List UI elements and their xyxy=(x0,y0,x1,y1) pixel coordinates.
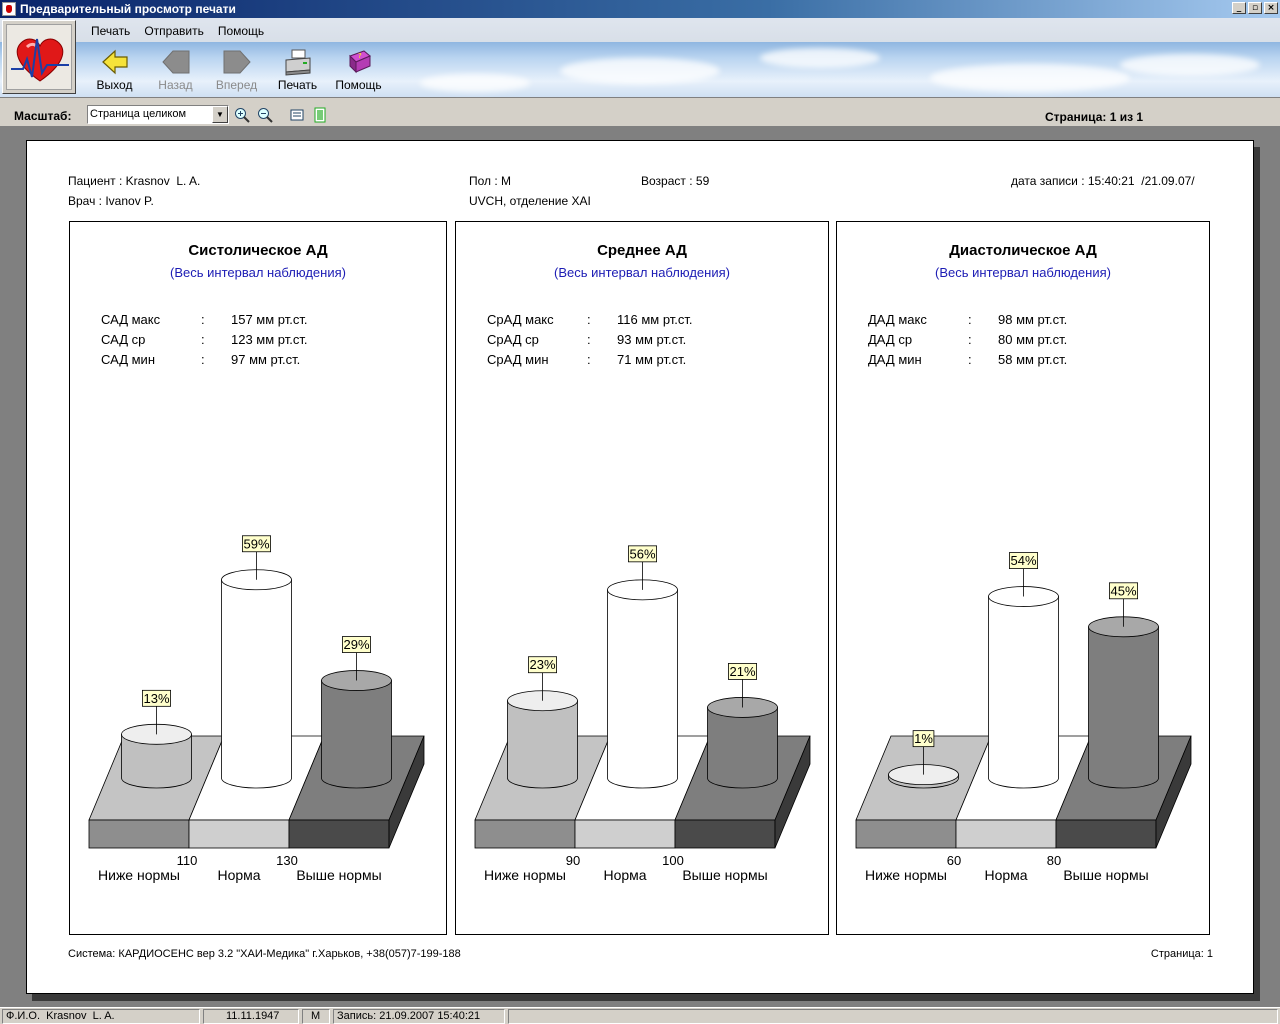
zoom-value: Страница целиком xyxy=(90,108,187,120)
bar-normal xyxy=(221,569,292,789)
page-footer: Страница: 1 xyxy=(1150,948,1213,960)
exit-arrow-icon xyxy=(100,48,130,76)
system-footer: Система: КАРДИОСЕНС вер 3.2 "ХАИ-Медика"… xyxy=(68,948,461,960)
platform-front-above xyxy=(1055,819,1157,849)
record-date: дата записи : 15:40:21 /21.09.07/ xyxy=(1011,174,1195,188)
window-title: Предварительный просмотр печати xyxy=(20,2,236,16)
close-button[interactable]: × xyxy=(1264,2,1278,14)
bar-chart: 13% Ниже нормы 59% Норма 29% Выше нормы 110 130 xyxy=(88,535,425,883)
chart-panel: Систолическое АД (Весь интервал наблюдени… xyxy=(69,221,447,935)
threshold-label: 100 xyxy=(662,853,684,868)
menu-bar: Печать Отправить Помощь xyxy=(84,22,271,40)
department: UVCH, отделение XAI xyxy=(469,194,591,208)
value-label: 45% xyxy=(1110,583,1136,598)
category-label: Выше нормы xyxy=(1063,867,1148,883)
value-label: 21% xyxy=(729,664,755,679)
value-label: 56% xyxy=(629,546,655,561)
chart-panel: Диастолическое АД (Весь интервал наблюден… xyxy=(836,221,1210,935)
category-label: Норма xyxy=(603,867,646,883)
category-label: Ниже нормы xyxy=(98,867,180,883)
status-dob: 11.11.1947 xyxy=(203,1009,299,1024)
svg-text:?: ? xyxy=(358,52,362,60)
whole-page-icon[interactable] xyxy=(312,107,328,123)
category-label: Выше нормы xyxy=(296,867,381,883)
toolbar-area: Печать Отправить Помощь Выход Назад Впер… xyxy=(0,18,1280,98)
platform-front-above xyxy=(674,819,776,849)
value-label: 23% xyxy=(529,657,555,672)
platform-front-below xyxy=(855,819,957,849)
category-label: Ниже нормы xyxy=(865,867,947,883)
zoom-out-icon[interactable] xyxy=(257,107,273,123)
value-label: 54% xyxy=(1010,553,1036,568)
threshold-label: 60 xyxy=(947,853,961,868)
exit-button[interactable]: Выход xyxy=(84,48,145,96)
category-label: Норма xyxy=(217,867,260,883)
zoom-label: Масштаб: xyxy=(14,109,72,123)
platform-front-above xyxy=(288,819,390,849)
threshold-label: 110 xyxy=(177,853,198,868)
category-label: Выше нормы xyxy=(682,867,767,883)
menu-send[interactable]: Отправить xyxy=(137,22,211,40)
bar-above xyxy=(707,697,778,789)
toolbar: Выход Назад Вперед Печать ? Помощь xyxy=(84,48,389,96)
help-book-icon: ? xyxy=(344,48,374,76)
zoom-in-icon[interactable] xyxy=(234,107,250,123)
title-bar: Предварительный просмотр печати _ ▫ × xyxy=(0,0,1280,18)
print-button[interactable]: Печать xyxy=(267,48,328,96)
help-button[interactable]: ? Помощь xyxy=(328,48,389,96)
zoom-bar: Масштаб: Страница целиком ▼ Страница: 1 … xyxy=(0,99,1280,127)
back-arrow-icon xyxy=(161,48,191,76)
zoom-select[interactable]: Страница целиком ▼ xyxy=(87,105,229,124)
threshold-label: 90 xyxy=(566,853,580,868)
app-logo xyxy=(2,20,76,94)
patient-age: Возраст : 59 xyxy=(641,174,710,188)
menu-print[interactable]: Печать xyxy=(84,22,137,40)
status-record: Запись: 21.09.2007 15:40:21 xyxy=(333,1009,505,1024)
bar-above xyxy=(1088,616,1159,789)
page-indicator: Страница: 1 из 1 xyxy=(1045,110,1144,124)
category-label: Норма xyxy=(984,867,1027,883)
value-label: 59% xyxy=(243,536,269,551)
platform-front-normal xyxy=(574,819,676,849)
platform-front-below xyxy=(88,819,190,849)
status-fio: Ф.И.О. Krasnov L. A. xyxy=(2,1009,200,1024)
menu-help[interactable]: Помощь xyxy=(211,22,271,40)
report-page: Пациент : Krasnov L. A. Врач : Ivanov P.… xyxy=(26,140,1254,994)
bar-chart: 1% Ниже нормы 54% Норма 45% Выше нормы 60 80 xyxy=(855,552,1192,883)
chevron-down-icon[interactable]: ▼ xyxy=(212,106,228,123)
platform-front-normal xyxy=(188,819,290,849)
minimize-button[interactable]: _ xyxy=(1232,2,1246,14)
printer-icon xyxy=(283,48,313,76)
forward-button[interactable]: Вперед xyxy=(206,48,267,96)
restore-button[interactable]: ▫ xyxy=(1248,2,1262,14)
platform-front-normal xyxy=(955,819,1057,849)
patient-sex: Пол : M xyxy=(469,174,512,188)
bar-below xyxy=(507,690,578,789)
bar-above xyxy=(321,670,392,789)
preview-area[interactable]: Пациент : Krasnov L. A. Врач : Ivanov P.… xyxy=(0,127,1280,1007)
platform-front-below xyxy=(474,819,576,849)
threshold-label: 130 xyxy=(276,853,298,868)
value-label: 13% xyxy=(143,691,169,706)
heart-logo-icon xyxy=(6,24,72,90)
back-button[interactable]: Назад xyxy=(145,48,206,96)
forward-arrow-icon xyxy=(222,48,252,76)
threshold-label: 80 xyxy=(1047,853,1061,868)
bar-normal xyxy=(988,586,1059,789)
bar-normal xyxy=(607,579,678,789)
patient-name: Пациент : Krasnov L. A. xyxy=(68,174,201,188)
value-label: 1% xyxy=(914,731,933,746)
page-width-icon[interactable] xyxy=(289,107,305,123)
app-icon xyxy=(2,2,16,16)
chart-panel: Среднее АД (Весь интервал наблюдения) СрАД… xyxy=(455,221,829,935)
category-label: Ниже нормы xyxy=(484,867,566,883)
bar-chart: 23% Ниже нормы 56% Норма 21% Выше нормы 90 100 xyxy=(474,545,811,883)
value-label: 29% xyxy=(343,637,369,652)
status-bar: Ф.И.О. Krasnov L. A. 11.11.1947 M Запись… xyxy=(0,1007,1280,1024)
status-sex: M xyxy=(302,1009,330,1024)
doctor-name: Врач : Ivanov P. xyxy=(68,194,154,208)
